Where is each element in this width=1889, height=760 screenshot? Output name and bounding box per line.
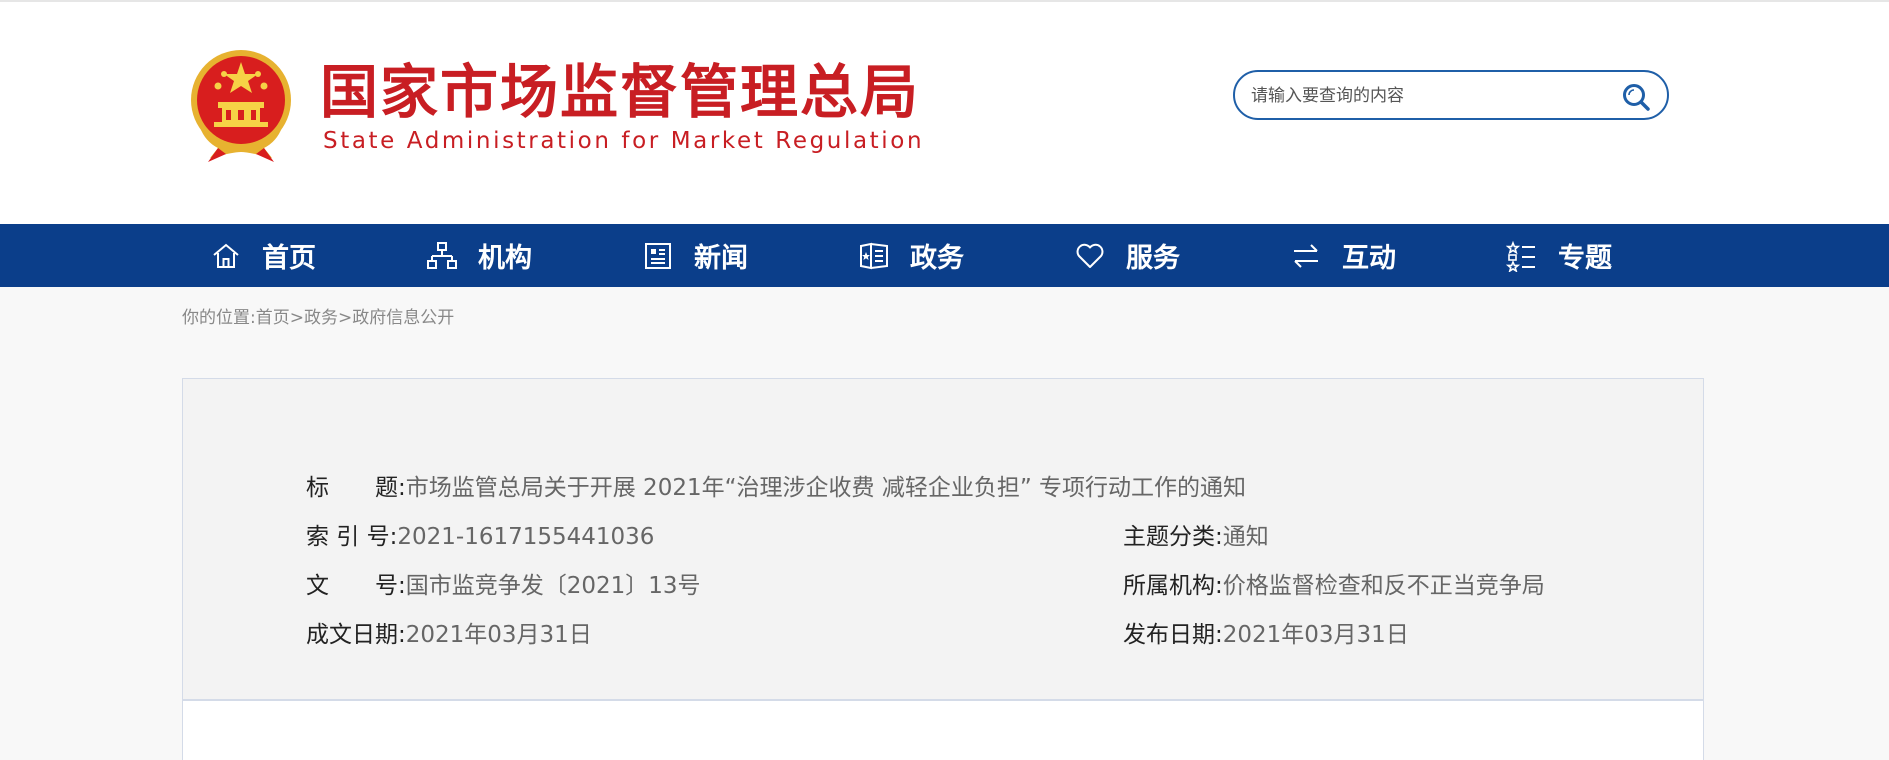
info-date-label: 成文日期:: [306, 622, 406, 648]
nav-label-interaction: 互动: [1342, 243, 1396, 274]
organization-icon: [427, 241, 457, 269]
info-date-value: 2021年03月31日: [405, 622, 592, 648]
nav-label-government: 政务: [910, 243, 964, 274]
breadcrumb-separator: >: [289, 308, 304, 328]
list-icon: [1506, 240, 1535, 272]
exchange-icon: [1294, 243, 1318, 268]
search-input[interactable]: [1249, 80, 1613, 112]
info-topic-value: 通知: [1222, 524, 1269, 550]
document-info-panel: 标 题:市场监管总局关于开展 2021年“治理涉企收费 减轻企业负担” 专项行动…: [182, 378, 1704, 700]
site-title-en[interactable]: State Administration for Market Regulati…: [323, 126, 923, 156]
info-index-row: 索 引 号:2021-1617155441036: [306, 520, 654, 554]
info-publish-value: 2021年03月31日: [1222, 622, 1409, 648]
nav-item-topics[interactable]: 专题: [1506, 224, 1666, 287]
search-box: [1233, 70, 1669, 120]
info-title-value: 市场监管总局关于开展 2021年“治理涉企收费 减轻企业负担” 专项行动工作的通…: [405, 475, 1247, 501]
info-index-label: 索 引 号:: [306, 524, 398, 550]
home-icon: [213, 243, 239, 268]
breadcrumb-link-disclosure[interactable]: 政府信息公开: [352, 308, 454, 328]
nav-label-topics: 专题: [1558, 243, 1612, 274]
info-org-row: 所属机构:价格监督检查和反不正当竞争局: [1123, 569, 1545, 603]
info-doc-number-value: 国市监竞争发〔2021〕13号: [405, 573, 701, 599]
nav-item-home[interactable]: 首页: [210, 224, 370, 287]
breadcrumb-link-government[interactable]: 政务: [304, 308, 338, 328]
nav-item-service[interactable]: 服务: [1074, 224, 1234, 287]
nav-item-organization[interactable]: 机构: [426, 224, 586, 287]
info-date-row: 成文日期:2021年03月31日: [306, 618, 592, 652]
info-org-value: 价格监督检查和反不正当竞争局: [1222, 573, 1545, 599]
nav-label-service: 服务: [1126, 243, 1180, 274]
breadcrumb-prefix: 你的位置:: [182, 308, 256, 328]
government-icon: [860, 242, 888, 269]
info-index-value: 2021-1617155441036: [397, 524, 655, 550]
breadcrumb-link-home[interactable]: 首页: [256, 308, 290, 328]
info-org-label: 所属机构:: [1123, 573, 1223, 599]
info-doc-number-label: 文 号:: [306, 573, 406, 599]
info-topic-row: 主题分类:通知: [1123, 520, 1269, 554]
info-topic-label: 主题分类:: [1123, 524, 1223, 550]
info-publish-row: 发布日期:2021年03月31日: [1123, 618, 1409, 652]
article-content-panel: [182, 700, 1704, 760]
nav-label-home: 首页: [262, 243, 316, 274]
nav-item-government[interactable]: 政务: [858, 224, 1018, 287]
info-title-row: 标 题:市场监管总局关于开展 2021年“治理涉企收费 减轻企业负担” 专项行动…: [306, 471, 1246, 505]
nav-item-interaction[interactable]: 互动: [1290, 224, 1450, 287]
national-emblem-icon[interactable]: [188, 48, 294, 162]
site-title-cn[interactable]: 国家市场监督管理总局: [320, 57, 918, 127]
search-icon[interactable]: [1621, 82, 1651, 112]
breadcrumb: 你的位置:首页>政务>政府信息公开: [182, 306, 454, 330]
news-icon: [645, 242, 671, 269]
heart-icon: [1076, 243, 1104, 268]
info-title-label: 标 题:: [306, 475, 406, 501]
info-publish-label: 发布日期:: [1123, 622, 1223, 648]
nav-label-organization: 机构: [478, 243, 532, 274]
site-header: 国家市场监督管理总局 State Administration for Mark…: [0, 2, 1889, 224]
main-nav: 首页 机构 新闻 政务 服务 互动 专题: [0, 224, 1889, 287]
breadcrumb-separator: >: [337, 308, 353, 328]
nav-item-news[interactable]: 新闻: [642, 224, 802, 287]
nav-label-news: 新闻: [694, 243, 748, 274]
info-doc-number-row: 文 号:国市监竞争发〔2021〕13号: [306, 569, 701, 603]
